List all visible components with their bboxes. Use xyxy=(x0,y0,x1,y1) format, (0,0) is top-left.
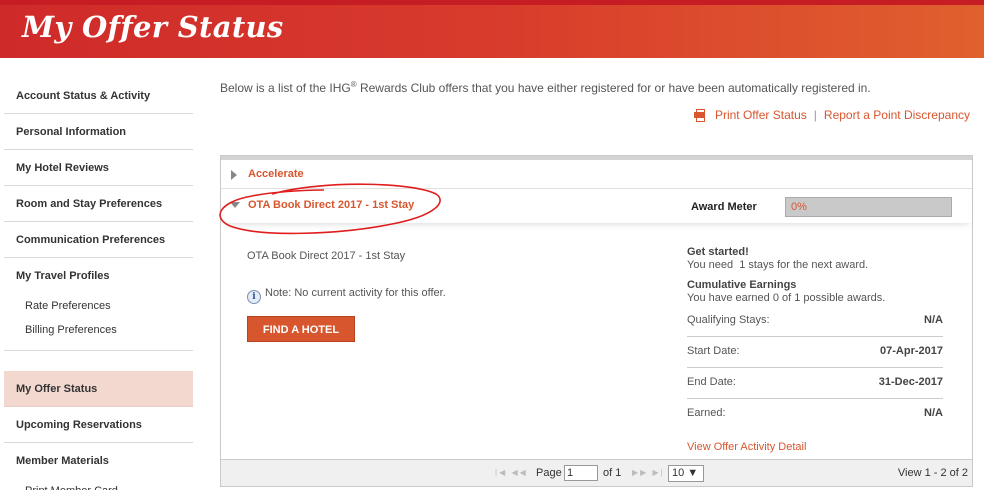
stat-value: 31-Dec-2017 xyxy=(878,376,943,388)
header-banner: My Offer Status xyxy=(0,0,984,58)
sidebar-item-offer-status[interactable]: My Offer Status xyxy=(4,371,193,407)
sidebar-item-room-stay-preferences[interactable]: Room and Stay Preferences xyxy=(4,186,193,222)
sidebar-item-upcoming-reservations[interactable]: Upcoming Reservations xyxy=(4,407,193,443)
link-separator: | xyxy=(813,108,817,122)
offer-title-accelerate[interactable]: Accelerate xyxy=(248,168,304,180)
stat-value: N/A xyxy=(924,314,943,326)
award-meter-bar: 0% xyxy=(785,197,952,217)
sidebar-nav: Account Status & Activity Personal Infor… xyxy=(4,78,193,490)
sidebar-item-account-status[interactable]: Account Status & Activity xyxy=(4,78,193,114)
page-number-input[interactable]: 1 xyxy=(564,465,598,481)
offer-note: i Note: No current activity for this offe… xyxy=(247,287,446,304)
page-title: My Offer Status xyxy=(22,10,284,44)
sidebar-item-member-materials[interactable]: Member Materials xyxy=(4,443,193,479)
stat-label: Earned: xyxy=(687,407,726,419)
award-meter-value: 0% xyxy=(791,201,807,213)
offer-links: Print Offer Status | Report a Point Discre… xyxy=(693,108,970,122)
sidebar-item-personal-information[interactable]: Personal Information xyxy=(4,114,193,150)
intro-text: Below is a list of the IHG® Rewards Club… xyxy=(220,80,871,95)
get-started-block: Get started! You need 1 stays for the ne… xyxy=(687,246,943,271)
stat-value: 07-Apr-2017 xyxy=(880,345,943,357)
offer-row-accelerate[interactable]: Accelerate xyxy=(221,160,972,189)
award-meter-label: Award Meter xyxy=(691,201,757,213)
view-offer-activity-link[interactable]: View Offer Activity Detail xyxy=(687,441,943,453)
first-prev-page-icons[interactable]: |◀ ◀◀ xyxy=(495,468,528,477)
sidebar-item-travel-profiles[interactable]: My Travel Profiles xyxy=(4,258,193,294)
print-offer-status-link[interactable]: Print Offer Status xyxy=(715,108,807,122)
intro-text-start: Below is a list of the IHG xyxy=(220,81,351,95)
sidebar-subitem-rate-preferences[interactable]: Rate Preferences xyxy=(4,294,193,318)
cumulative-earnings-block: Cumulative Earnings You have earned 0 of… xyxy=(687,279,943,304)
stat-row-start-date: Start Date: 07-Apr-2017 xyxy=(687,337,943,368)
stat-row-earned: Earned: N/A xyxy=(687,399,943,430)
info-icon: i xyxy=(247,290,261,304)
offer-note-text: Note: No current activity for this offer… xyxy=(265,287,446,299)
sidebar-item-communication-preferences[interactable]: Communication Preferences xyxy=(4,222,193,258)
printer-icon[interactable] xyxy=(693,109,705,122)
rows-per-page-select[interactable]: 10 ▼ xyxy=(668,465,704,482)
get-started-text: You need 1 stays for the next award. xyxy=(687,259,869,271)
offer-title-ota-book-direct[interactable]: OTA Book Direct 2017 - 1st Stay xyxy=(248,199,414,211)
sidebar-item-hotel-reviews[interactable]: My Hotel Reviews xyxy=(4,150,193,186)
sidebar-group-member-materials: Member Materials Print Member Card xyxy=(4,443,193,490)
get-started-title: Get started! xyxy=(687,246,749,258)
page-label: Page xyxy=(536,467,562,479)
stat-label: End Date: xyxy=(687,376,736,388)
stat-value: N/A xyxy=(924,407,943,419)
header-topline xyxy=(0,0,984,5)
offer-detail-title: OTA Book Direct 2017 - 1st Stay xyxy=(247,250,406,262)
intro-text-end: Rewards Club offers that you have either… xyxy=(356,81,871,95)
stat-label: Qualifying Stays: xyxy=(687,314,770,326)
next-last-page-icons[interactable]: ▶▶ ▶| xyxy=(632,468,665,477)
sidebar-subitem-print-member-card[interactable]: Print Member Card xyxy=(4,479,193,490)
page-count: of 1 xyxy=(603,467,622,479)
offers-panel: Accelerate OTA Book Direct 2017 - 1st St… xyxy=(220,155,973,487)
collapse-arrow-icon[interactable] xyxy=(230,202,240,208)
sidebar-subitem-billing-preferences[interactable]: Billing Preferences xyxy=(4,318,193,342)
offer-row-ota-book-direct[interactable]: OTA Book Direct 2017 - 1st Stay Award Me… xyxy=(221,189,972,223)
view-range-text: View 1 - 2 of 2 xyxy=(897,467,968,479)
stat-row-qualifying-stays: Qualifying Stays: N/A xyxy=(687,306,943,337)
pager-bar: |◀ ◀◀ Page 1 of 1 ▶▶ ▶| 10 ▼ View 1 - 2 … xyxy=(221,459,972,486)
stat-label: Start Date: xyxy=(687,345,740,357)
expand-arrow-icon[interactable] xyxy=(231,170,237,180)
report-point-discrepancy-link[interactable]: Report a Point Discrepancy xyxy=(824,108,970,122)
sidebar-group-travel-profiles: My Travel Profiles Rate Preferences Bill… xyxy=(4,258,193,351)
offer-stats: Get started! You need 1 stays for the ne… xyxy=(687,246,943,453)
find-a-hotel-button[interactable]: FIND A HOTEL xyxy=(247,316,355,342)
cumulative-earnings-text: You have earned 0 of 1 possible awards. xyxy=(687,292,886,304)
cumulative-earnings-title: Cumulative Earnings xyxy=(687,279,797,291)
stat-row-end-date: End Date: 31-Dec-2017 xyxy=(687,368,943,399)
